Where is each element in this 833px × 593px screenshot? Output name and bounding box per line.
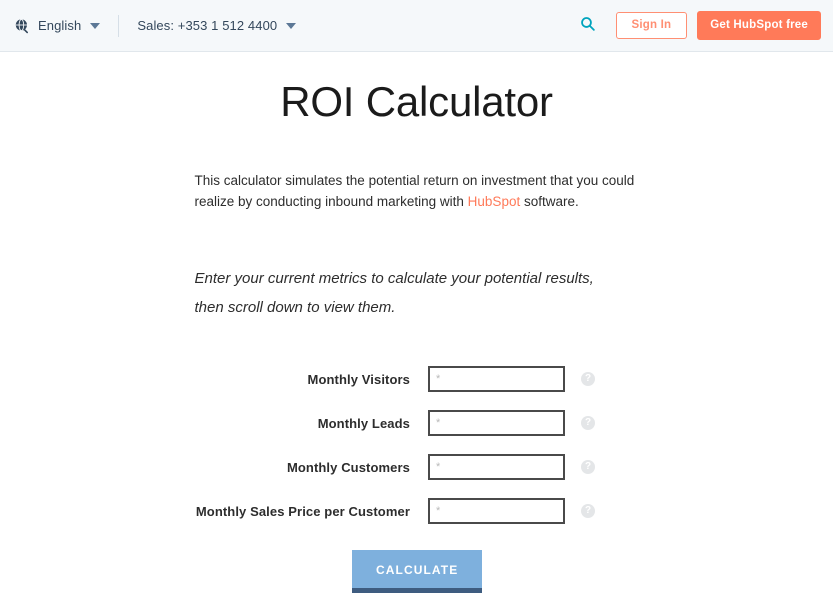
language-label: English <box>38 18 82 33</box>
form-row-monthly-customers: Monthly Customers ? <box>0 454 833 480</box>
search-icon <box>580 16 596 35</box>
intro-section: This calculator simulates the potential … <box>195 170 639 322</box>
form-row-monthly-visitors: Monthly Visitors ? <box>0 366 833 392</box>
calculate-button[interactable]: CALCULATE <box>352 550 483 593</box>
calculate-button-row: CALCULATE <box>0 550 833 593</box>
input-monthly-visitors[interactable] <box>428 366 565 392</box>
label-monthly-customers: Monthly Customers <box>286 459 410 475</box>
intro-paragraph: This calculator simulates the potential … <box>195 170 639 212</box>
input-monthly-leads[interactable] <box>428 410 565 436</box>
input-monthly-sales-price[interactable] <box>428 498 565 524</box>
instruction-text: Enter your current metrics to calculate … <box>195 264 639 322</box>
instruction-line-1: Enter your current metrics to calculate … <box>194 270 594 287</box>
sign-in-button[interactable]: Sign In <box>615 11 688 40</box>
help-icon-monthly-sales-price[interactable]: ? <box>581 504 595 518</box>
hubspot-link[interactable]: HubSpot <box>468 194 521 209</box>
form-row-monthly-sales-price: Monthly Sales Price per Customer ? <box>0 498 833 524</box>
page-title: ROI Calculator <box>280 78 553 125</box>
instruction-line-2: then scroll down to view them. <box>194 299 396 316</box>
chevron-down-icon-sales[interactable] <box>286 22 297 29</box>
label-monthly-leads: Monthly Leads <box>317 415 410 431</box>
help-icon-monthly-customers[interactable]: ? <box>581 460 595 474</box>
search-button[interactable] <box>574 12 602 40</box>
sales-phone-selector[interactable]: Sales: +353 1 512 4400 <box>137 0 297 52</box>
page-content: ROI Calculator This calculator simulates… <box>0 52 833 593</box>
form-row-monthly-leads: Monthly Leads ? <box>0 410 833 436</box>
topbar-left-group: English Sales: +353 1 512 4400 <box>14 0 297 52</box>
help-icon-monthly-visitors[interactable]: ? <box>581 372 595 386</box>
topbar-right-group: Sign In Get HubSpot free <box>574 10 821 41</box>
get-hubspot-free-button[interactable]: Get HubSpot free <box>697 10 821 41</box>
label-monthly-sales-price: Monthly Sales Price per Customer <box>195 503 410 519</box>
globe-icon <box>14 18 30 34</box>
label-monthly-visitors: Monthly Visitors <box>307 371 410 387</box>
topbar-divider <box>118 14 120 37</box>
intro-text-after-link: software. <box>520 194 579 209</box>
sales-phone-label: Sales: +353 1 512 4400 <box>137 18 278 33</box>
input-monthly-customers[interactable] <box>428 454 565 480</box>
chevron-down-icon-language[interactable] <box>90 22 101 29</box>
help-icon-monthly-leads[interactable]: ? <box>581 416 595 430</box>
language-selector[interactable]: English <box>14 0 101 52</box>
top-utility-bar: English Sales: +353 1 512 4400 Sign In G… <box>0 0 833 52</box>
roi-calculator-form: Monthly Visitors ? Monthly Leads ? Month… <box>0 366 833 593</box>
